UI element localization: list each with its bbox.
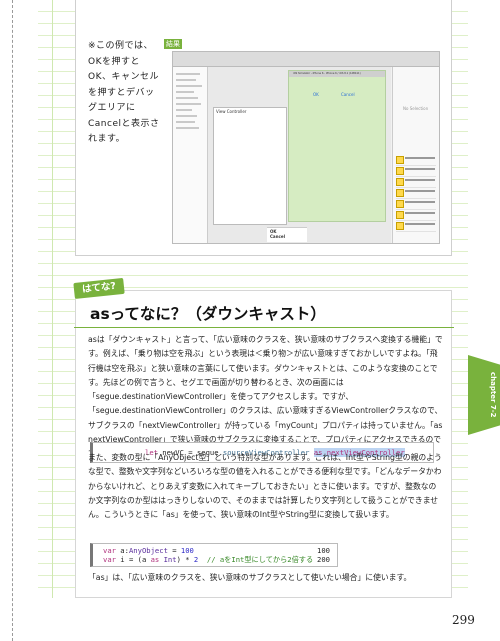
code-keyword: var bbox=[103, 555, 116, 564]
code-text: a: bbox=[115, 546, 129, 555]
paragraph-summary: 「as」は、「広い意味のクラスを、狭い意味のサブクラスとして使いたい場合」に使い… bbox=[88, 573, 412, 582]
no-selection-label: No Selection bbox=[403, 106, 429, 111]
simulator-title: iOS Simulator - iPhone 6 - iPhone 6 / iO… bbox=[293, 72, 361, 75]
xcode-toolbar bbox=[173, 52, 439, 67]
view-controller-scene: View Controller bbox=[213, 107, 287, 225]
example-note: ※この例では、OKを押すとOK、キャンセルを押すとデバッグエリアにCancelと… bbox=[88, 41, 160, 144]
xcode-screenshot: View Controller iOS Simulator - iPhone 6… bbox=[172, 51, 440, 244]
debug-cancel-text: Cancel bbox=[270, 234, 285, 239]
debug-area: OK Cancel bbox=[267, 227, 307, 242]
sim-cancel-button[interactable]: Cancel bbox=[341, 93, 355, 97]
result-badge: 結果 bbox=[164, 39, 182, 49]
sim-ok-button[interactable]: OK bbox=[313, 93, 319, 97]
code-type: Int bbox=[163, 555, 177, 564]
section-title: asってなに？（ダウンキャスト） bbox=[90, 305, 326, 323]
code-block-2: var a:AnyObject = 100 var i = (a as Int)… bbox=[90, 543, 338, 567]
simulator-titlebar: iOS Simulator - iPhone 6 - iPhone 6 / iO… bbox=[289, 71, 385, 77]
code-type: AnyObject bbox=[128, 546, 168, 555]
binding-margin bbox=[0, 0, 13, 641]
result-value-2: 200 bbox=[317, 555, 330, 564]
xcode-navigator bbox=[173, 67, 208, 243]
code-keyword: as bbox=[150, 555, 160, 564]
paragraph-anyobject: また、変数の型に「AnyObject型」という特別な型があります。これは、Int… bbox=[88, 453, 442, 520]
ios-simulator: iOS Simulator - iPhone 6 - iPhone 6 / iO… bbox=[288, 70, 386, 222]
section-rule bbox=[74, 327, 454, 328]
code-keyword: var bbox=[103, 546, 116, 555]
code-text: i = (a bbox=[115, 555, 151, 564]
code-number: 100 bbox=[180, 546, 194, 555]
paper-margin-line bbox=[52, 0, 53, 598]
vc-label: View Controller bbox=[216, 109, 247, 114]
xcode-inspector: No Selection bbox=[392, 67, 439, 243]
page-number: 299 bbox=[452, 613, 475, 627]
result-value-1: 100 bbox=[317, 546, 330, 555]
code-text: ) * bbox=[176, 555, 194, 564]
code-comment: // aをInt型にしてから2倍する bbox=[198, 555, 314, 564]
code-text: = bbox=[167, 546, 181, 555]
chapter-label: chapter 7-2 bbox=[489, 372, 497, 418]
